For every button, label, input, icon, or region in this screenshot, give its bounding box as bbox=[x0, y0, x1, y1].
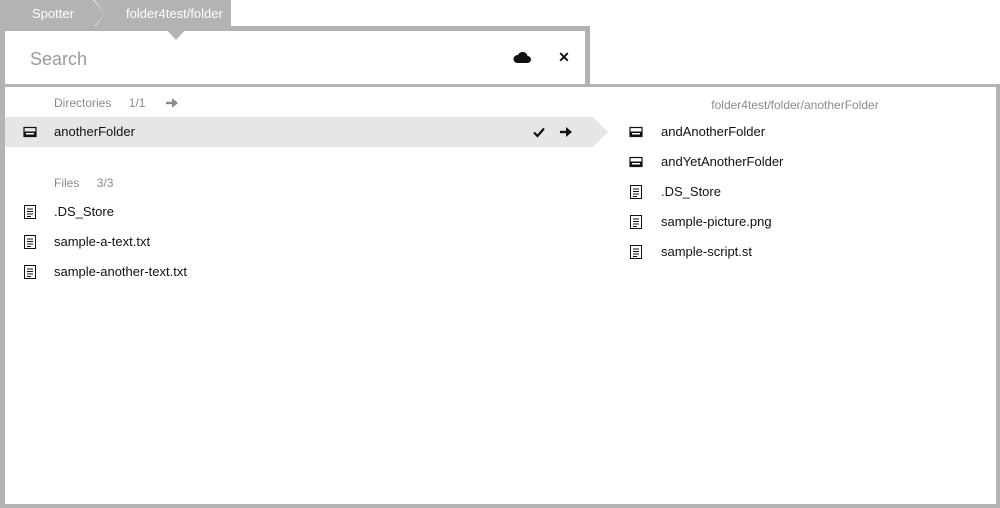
breadcrumb-pointer bbox=[165, 28, 187, 40]
file-row[interactable]: sample-another-text.txt bbox=[5, 257, 595, 287]
files-title: Files bbox=[54, 176, 80, 190]
results-content: Directories 1/1 anotherFolder Files 3/3 … bbox=[5, 87, 996, 504]
folder-icon bbox=[629, 156, 643, 168]
folder-icon bbox=[629, 126, 643, 138]
cloud-icon[interactable] bbox=[512, 49, 532, 65]
folder-icon bbox=[23, 126, 37, 138]
file-label: sample-another-text.txt bbox=[54, 264, 187, 279]
results-panel: Directories 1/1 anotherFolder Files 3/3 … bbox=[0, 84, 1000, 508]
file-icon bbox=[24, 205, 36, 219]
directory-label: anotherFolder bbox=[54, 124, 135, 139]
preview-item[interactable]: andAnotherFolder bbox=[617, 117, 987, 147]
search-bar: ✕ bbox=[5, 31, 585, 86]
file-row[interactable]: .DS_Store bbox=[5, 197, 595, 227]
file-label: sample-a-text.txt bbox=[54, 234, 151, 249]
breadcrumb-item-folder[interactable]: folder4test/folder bbox=[94, 0, 231, 28]
breadcrumb-item-spotter[interactable]: Spotter bbox=[0, 0, 105, 28]
file-icon bbox=[630, 185, 642, 199]
file-label: .DS_Store bbox=[54, 204, 114, 219]
file-row[interactable]: sample-a-text.txt bbox=[5, 227, 595, 257]
preview-item-label: sample-picture.png bbox=[661, 214, 772, 229]
file-icon bbox=[630, 215, 642, 229]
directory-row-selected[interactable]: anotherFolder bbox=[5, 117, 608, 147]
directories-count: 1/1 bbox=[128, 96, 146, 110]
preview-item-label: .DS_Store bbox=[661, 184, 721, 199]
preview-item[interactable]: sample-script.st bbox=[617, 237, 987, 267]
preview-item-label: sample-script.st bbox=[661, 244, 753, 259]
close-icon[interactable]: ✕ bbox=[557, 50, 571, 64]
preview-item-label: andAnotherFolder bbox=[661, 124, 766, 139]
arrow-right-icon[interactable] bbox=[559, 126, 573, 138]
file-icon bbox=[24, 265, 36, 279]
search-panel: ✕ bbox=[0, 26, 590, 88]
preview-item-label: andYetAnotherFolder bbox=[661, 154, 784, 169]
arrow-right-icon[interactable] bbox=[165, 97, 179, 109]
preview-path: folder4test/folder/anotherFolder bbox=[711, 98, 879, 112]
search-input[interactable] bbox=[30, 45, 470, 73]
preview-item[interactable]: andYetAnotherFolder bbox=[617, 147, 987, 177]
files-header: Files 3/3 bbox=[54, 175, 113, 191]
check-icon bbox=[533, 127, 545, 138]
files-count: 3/3 bbox=[96, 176, 114, 190]
directories-title: Directories bbox=[54, 96, 112, 110]
file-icon bbox=[24, 235, 36, 249]
file-icon bbox=[630, 245, 642, 259]
preview-item[interactable]: .DS_Store bbox=[617, 177, 987, 207]
preview-item[interactable]: sample-picture.png bbox=[617, 207, 987, 237]
directories-header: Directories 1/1 bbox=[54, 95, 145, 111]
